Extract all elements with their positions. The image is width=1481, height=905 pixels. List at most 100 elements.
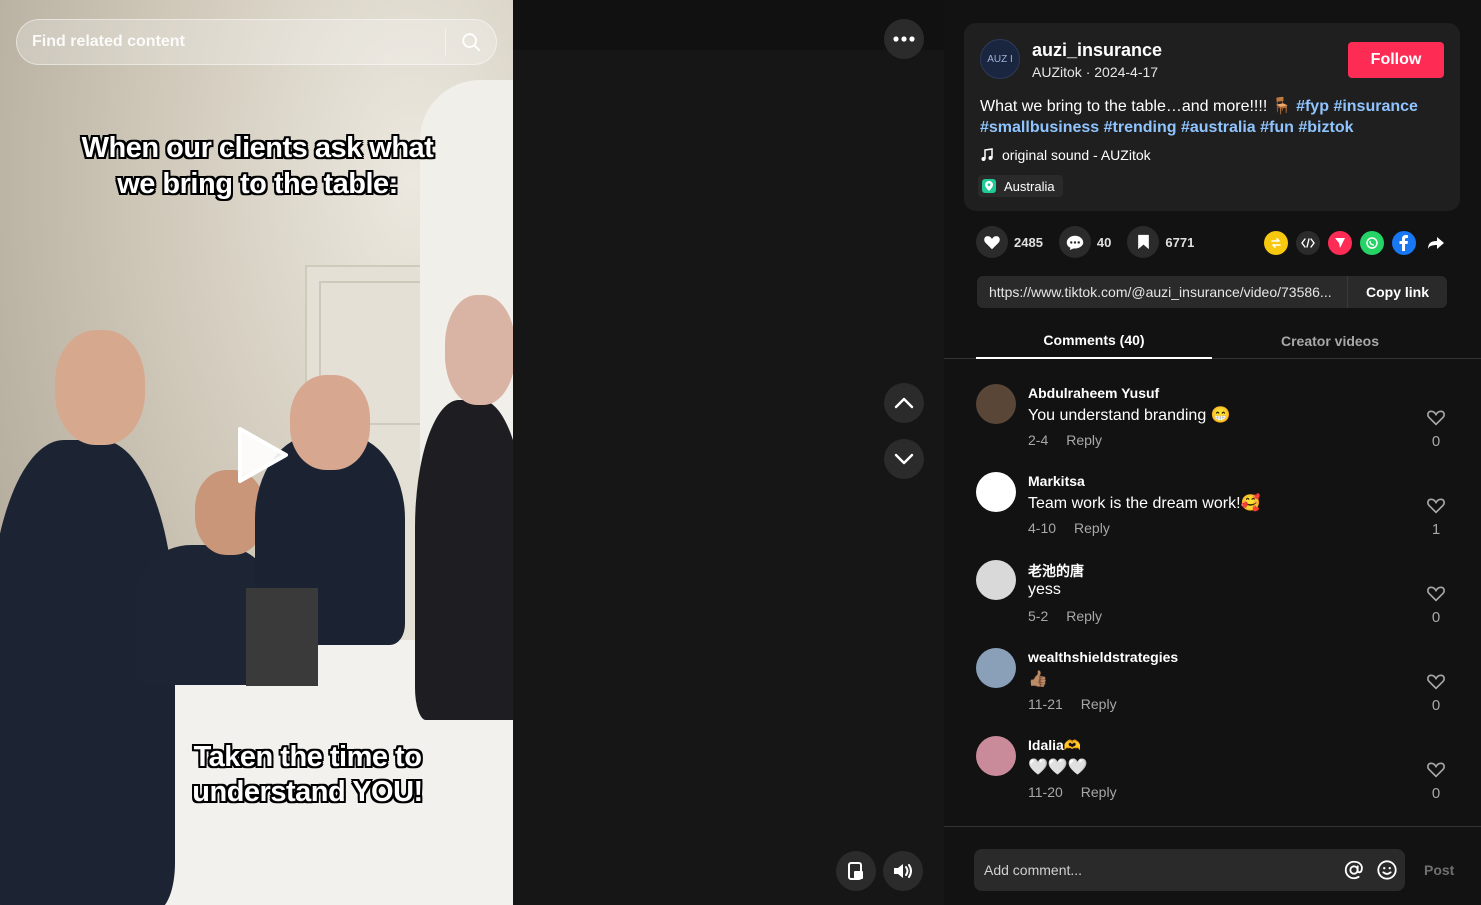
comment-item: Markitsa Team work is the dream work!🥰 4…: [976, 458, 1456, 546]
reply-button[interactable]: Reply: [1066, 432, 1102, 448]
next-video-button[interactable]: [884, 439, 924, 479]
video-controls-area: [513, 0, 944, 905]
heart-outline-icon: [1427, 586, 1445, 602]
video-url[interactable]: https://www.tiktok.com/@auzi_insurance/v…: [977, 284, 1347, 300]
volume-icon: [894, 864, 912, 878]
reply-button[interactable]: Reply: [1074, 520, 1110, 536]
sound-link[interactable]: original sound - AUZitok: [980, 147, 1151, 163]
reply-button[interactable]: Reply: [1081, 784, 1117, 800]
save-action[interactable]: 6771: [1127, 226, 1194, 258]
comment-like[interactable]: 1: [1424, 496, 1448, 538]
video-caption-bottom: Taken the time to understand YOU!: [192, 741, 423, 808]
reply-button[interactable]: Reply: [1066, 608, 1102, 624]
like-action[interactable]: 2485: [976, 226, 1043, 258]
comment-meta: 11-20 Reply: [1028, 784, 1135, 800]
hashtag-australia[interactable]: #australia: [1181, 119, 1256, 136]
comment-item: Abdulraheem Yusuf You understand brandin…: [976, 370, 1456, 458]
comment-meta: 4-10 Reply: [1028, 520, 1128, 536]
author-subline: AUZitok · 2024-4-17: [1032, 64, 1158, 80]
video-player[interactable]: Find related content When our clients as…: [0, 0, 513, 905]
play-icon[interactable]: [232, 425, 292, 485]
music-note-icon: [981, 148, 993, 161]
search-input[interactable]: Find related content: [32, 33, 445, 51]
comment-input[interactable]: Add comment...: [974, 862, 1339, 878]
hashtag-biztok[interactable]: #biztok: [1298, 119, 1353, 136]
hashtag-insurance[interactable]: #insurance: [1333, 98, 1417, 115]
comment-like-count: 0: [1431, 697, 1441, 714]
comment-like[interactable]: 0: [1424, 672, 1448, 714]
comment-like-count: 0: [1431, 433, 1441, 450]
avatar[interactable]: [976, 472, 1016, 512]
video-person-1-head: [55, 330, 145, 445]
emoji-icon[interactable]: [1369, 859, 1405, 881]
location-label: Australia: [1004, 178, 1055, 194]
hashtag-smallbusiness[interactable]: #smallbusiness: [980, 119, 1099, 136]
copy-link-button[interactable]: Copy link: [1347, 276, 1447, 308]
bookmark-icon[interactable]: [1127, 226, 1160, 258]
tiktok-video-page: Find related content When our clients as…: [0, 0, 1481, 905]
heart-outline-icon: [1427, 762, 1445, 778]
comment-date: 4-10: [1028, 520, 1057, 536]
search-bar[interactable]: Find related content: [16, 19, 497, 65]
share-options: [1264, 231, 1448, 255]
volume-button[interactable]: [883, 851, 923, 891]
facebook-icon[interactable]: [1392, 231, 1416, 255]
avatar[interactable]: [976, 384, 1016, 424]
comment-like[interactable]: 0: [1424, 760, 1448, 802]
comment-author[interactable]: 老池的唐: [1028, 561, 1084, 581]
mini-player-icon: [848, 862, 863, 880]
tab-comments[interactable]: Comments (40): [976, 322, 1212, 359]
avatar[interactable]: AUZ I: [980, 39, 1020, 79]
video-person-4: [415, 400, 513, 720]
video-link-box: https://www.tiktok.com/@auzi_insurance/v…: [977, 276, 1447, 308]
details-panel: AUZ I auzi_insurance AUZitok · 2024-4-17…: [944, 0, 1481, 905]
comment-meta: 2-4 Reply: [1028, 432, 1120, 448]
avatar[interactable]: [976, 560, 1016, 600]
comment-icon[interactable]: [1058, 226, 1091, 258]
comment-author[interactable]: Idalia🫶: [1028, 737, 1081, 754]
video-gift-bag: [246, 588, 318, 686]
post-date: 2024-4-17: [1094, 64, 1159, 80]
comment-like[interactable]: 0: [1424, 408, 1448, 450]
tab-creator-videos[interactable]: Creator videos: [1212, 322, 1448, 359]
heart-icon[interactable]: [976, 226, 1008, 258]
mention-icon[interactable]: [1339, 859, 1369, 881]
search-icon[interactable]: [446, 31, 496, 53]
share-arrow-icon[interactable]: [1424, 231, 1448, 255]
mini-player-button[interactable]: [836, 851, 876, 891]
repost-icon[interactable]: [1264, 231, 1288, 255]
avatar[interactable]: [976, 736, 1016, 776]
comment-meta: 11-21 Reply: [1028, 696, 1135, 712]
author-card: AUZ I auzi_insurance AUZitok · 2024-4-17…: [964, 23, 1460, 211]
hashtag-fun[interactable]: #fun: [1260, 119, 1294, 136]
video-person-4-head: [445, 295, 513, 405]
panel-tabs: Comments (40) Creator videos: [944, 322, 1481, 359]
comment-date: 11-21: [1028, 696, 1063, 712]
previous-video-button[interactable]: [884, 383, 924, 423]
follow-button[interactable]: Follow: [1348, 42, 1444, 78]
post-button[interactable]: Post: [1424, 862, 1454, 878]
comment-input-box[interactable]: Add comment...: [974, 849, 1405, 891]
author-username[interactable]: auzi_insurance: [1032, 40, 1162, 61]
location-tag[interactable]: Australia: [978, 175, 1063, 197]
chevron-up-icon: [894, 397, 914, 409]
whatsapp-icon[interactable]: [1360, 231, 1384, 255]
comment-list[interactable]: Abdulraheem Yusuf You understand brandin…: [944, 370, 1481, 826]
reply-button[interactable]: Reply: [1081, 696, 1117, 712]
embed-icon[interactable]: [1296, 231, 1320, 255]
comment-author[interactable]: wealthshieldstrategies: [1028, 649, 1178, 665]
send-icon[interactable]: [1328, 231, 1352, 255]
comment-text: Team work is the dream work!🥰: [1028, 495, 1261, 512]
comment-author[interactable]: Abdulraheem Yusuf: [1028, 385, 1159, 401]
hashtag-fyp[interactable]: #fyp: [1296, 98, 1329, 115]
heart-outline-icon: [1427, 674, 1445, 690]
description-text: What we bring to the table…and more!!!! …: [980, 98, 1292, 115]
comment-like[interactable]: 0: [1424, 584, 1448, 626]
comment-author[interactable]: Markitsa: [1028, 473, 1085, 489]
avatar[interactable]: [976, 648, 1016, 688]
comment-action[interactable]: 40: [1058, 226, 1111, 258]
author-display-name[interactable]: AUZitok: [1032, 64, 1082, 80]
more-options-button[interactable]: [884, 19, 924, 59]
sound-label: original sound - AUZitok: [1002, 147, 1151, 163]
hashtag-trending[interactable]: #trending: [1104, 119, 1177, 136]
